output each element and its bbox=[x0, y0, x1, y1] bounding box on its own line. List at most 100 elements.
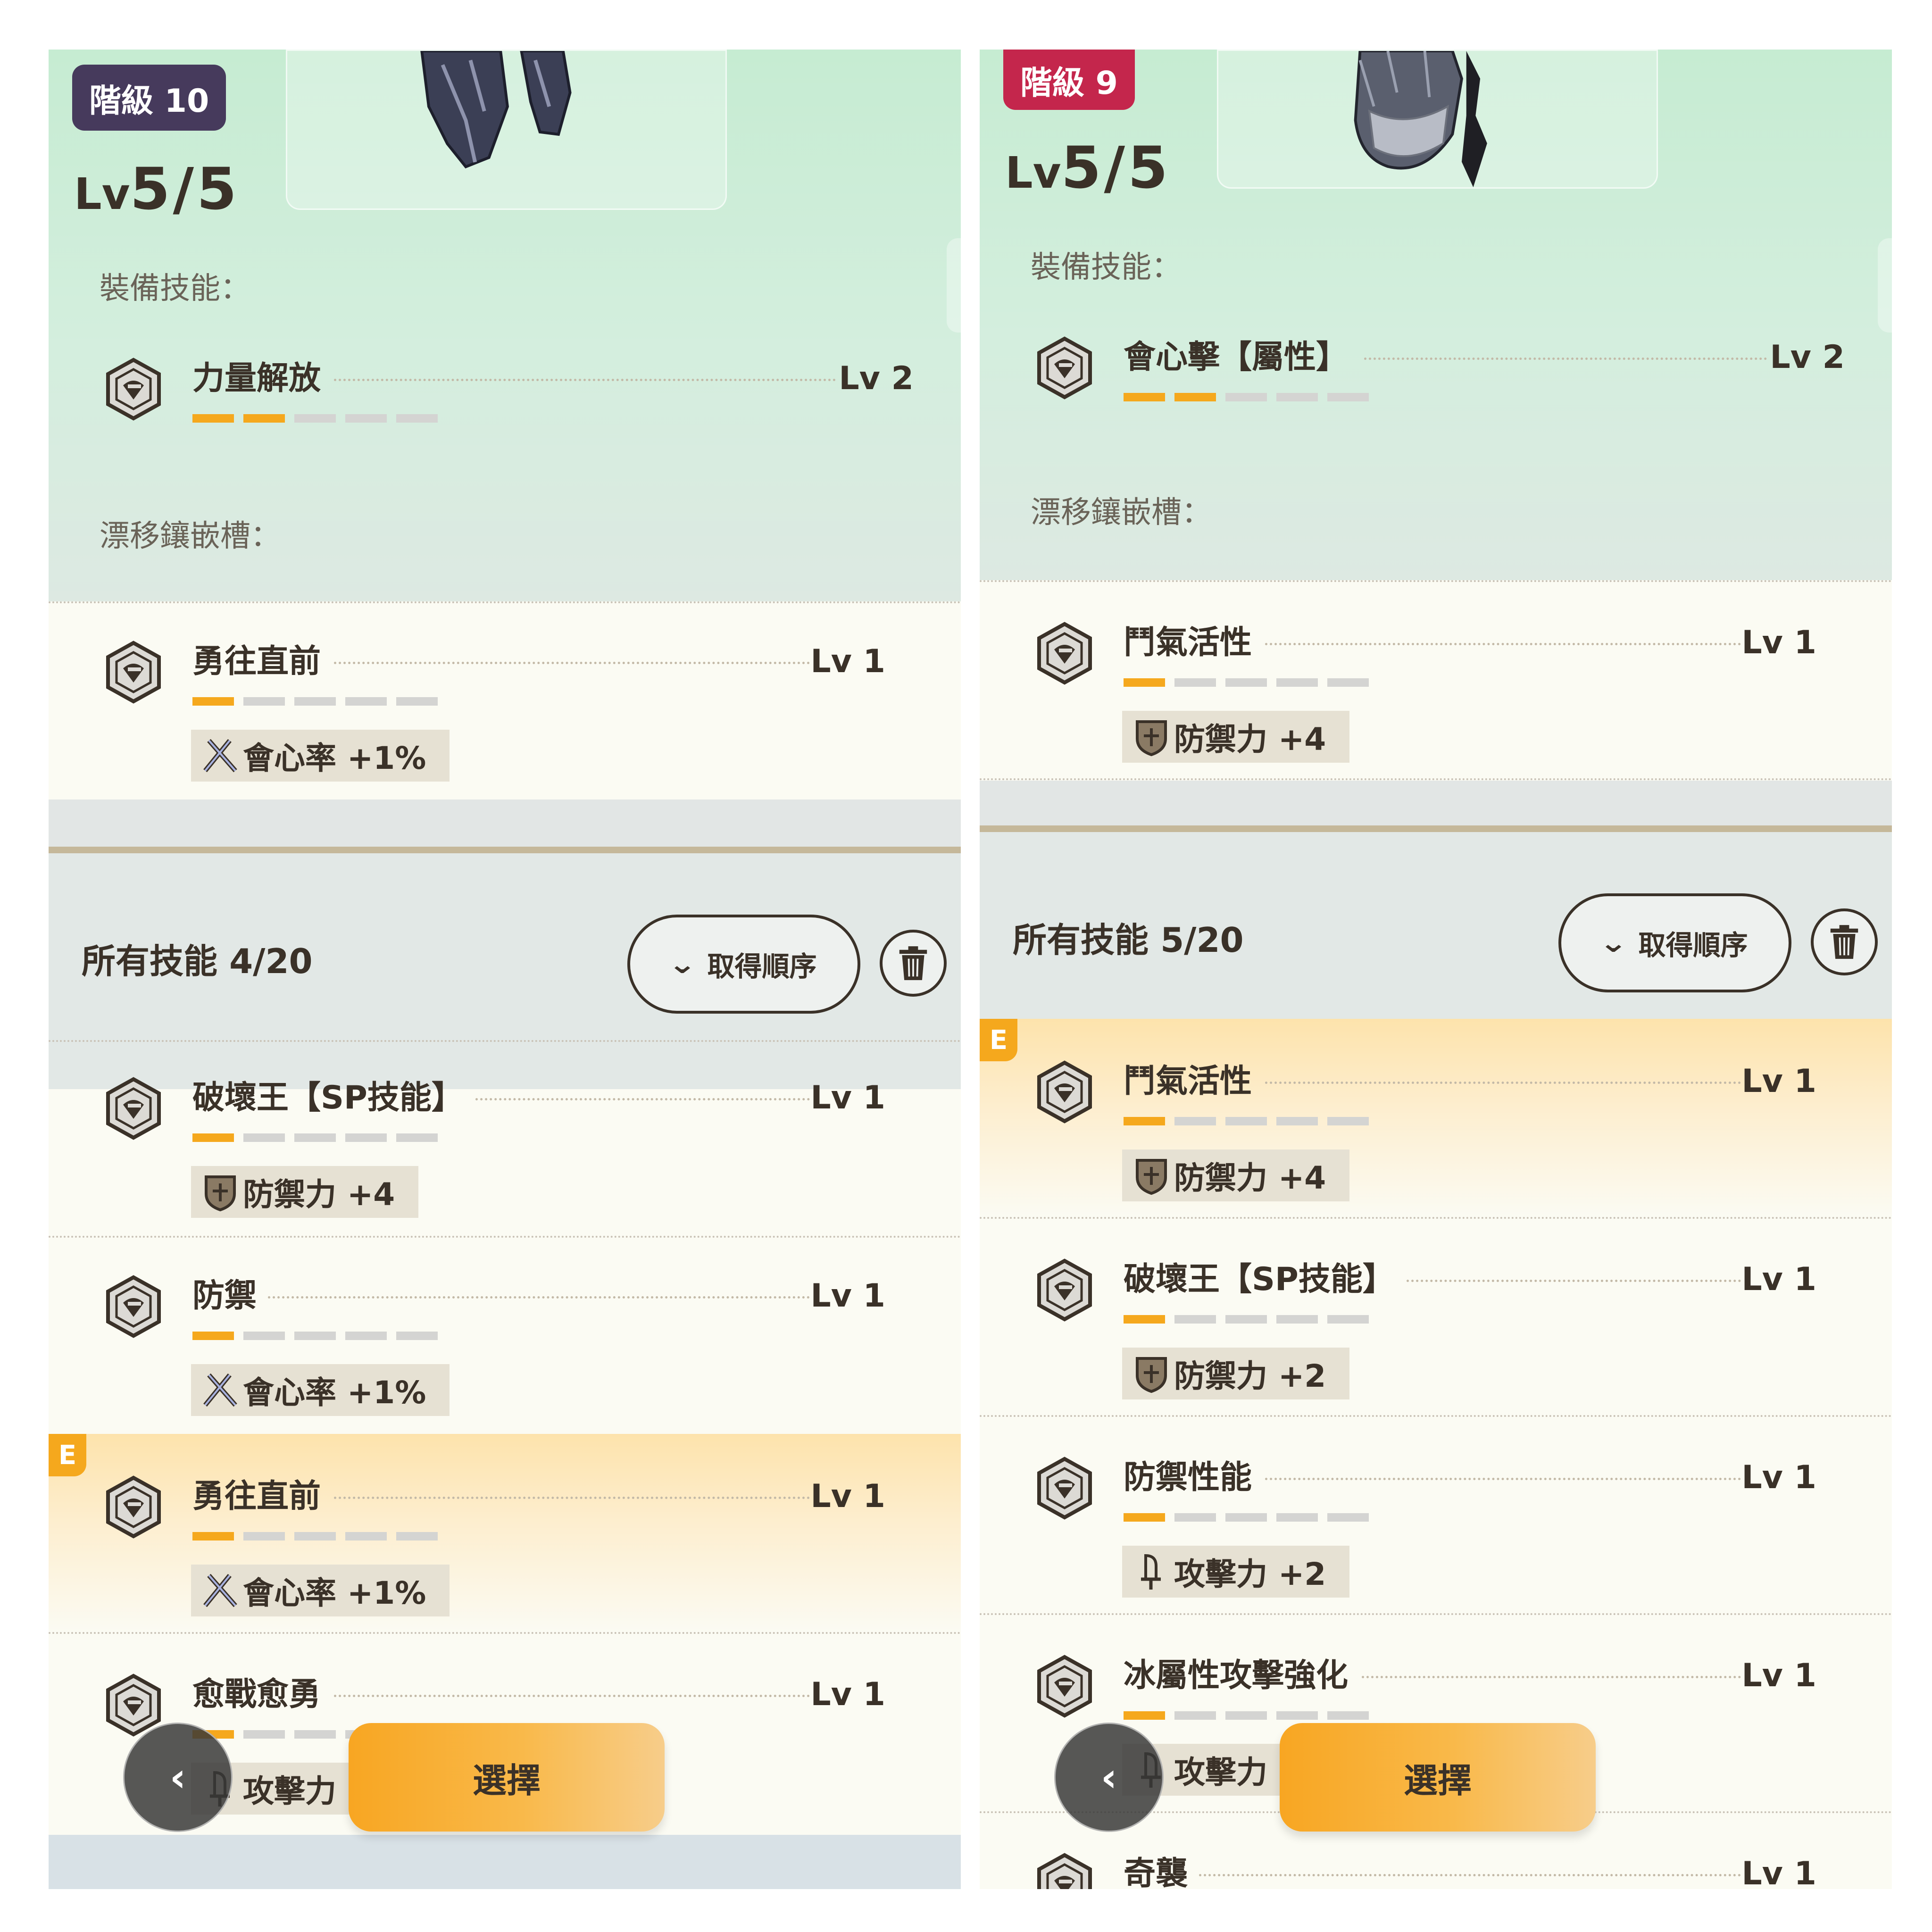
skill-emblem-icon bbox=[100, 1075, 167, 1141]
skill-emblem-icon bbox=[1032, 335, 1098, 401]
skill-bonus-text: 會心率 +1% bbox=[243, 740, 426, 776]
skill-name: 防禦性能 bbox=[1124, 1459, 1252, 1496]
skill-emblem-icon bbox=[1032, 1851, 1098, 1889]
skill-level-pips bbox=[192, 1532, 438, 1541]
skill-bonus: 會心率 +1% bbox=[191, 1364, 450, 1416]
select-button[interactable]: 選擇 bbox=[1280, 1723, 1596, 1832]
skill-level-pips bbox=[192, 414, 438, 423]
side-tab[interactable] bbox=[1878, 238, 1892, 333]
skill-emblem-icon bbox=[100, 1474, 167, 1540]
skill-bonus: 攻擊力 +2 bbox=[1122, 1546, 1350, 1598]
section-divider bbox=[980, 825, 1892, 832]
crossed-swords-icon bbox=[203, 1373, 237, 1407]
leader-dots bbox=[334, 1695, 810, 1697]
sort-order-label: 取得順序 bbox=[707, 950, 817, 983]
skill-bonus-text: 攻擊力 bbox=[243, 1773, 336, 1809]
spacer-band bbox=[49, 799, 961, 847]
separator bbox=[49, 1632, 961, 1634]
skill-name: 勇往直前 bbox=[192, 1478, 321, 1515]
skill-level: Lv 1 bbox=[810, 643, 885, 680]
shield-icon bbox=[205, 1175, 236, 1212]
left-panel: 階級 10 Lv5/5 裝備技能： 力量解放 Lv 2 漂移鑲嵌槽： 勇往直前 … bbox=[49, 50, 961, 1889]
skill-emblem-icon bbox=[1032, 1059, 1098, 1125]
skill-bonus-text: 防禦力 +2 bbox=[1174, 1358, 1326, 1394]
level-prefix: Lv bbox=[1005, 148, 1061, 198]
skill-bonus: 防禦力 +4 bbox=[1122, 711, 1350, 763]
skill-level: Lv 1 bbox=[1741, 1261, 1816, 1298]
skill-level: Lv 1 bbox=[1741, 624, 1816, 661]
skill-bonus: 會心率 +1% bbox=[191, 730, 450, 782]
trash-icon bbox=[899, 946, 927, 980]
equip-skill-label: 裝備技能： bbox=[100, 271, 250, 306]
skill-emblem-icon bbox=[1032, 620, 1098, 686]
separator bbox=[980, 580, 1892, 582]
skill-name: 破壞王【SP技能】 bbox=[1124, 1261, 1395, 1298]
right-panel: 階級 9 Lv5/5 裝備技能： 會心擊【屬性】 Lv 2 漂移鑲嵌槽： 鬥氣活… bbox=[980, 50, 1892, 1889]
shield-icon bbox=[1136, 720, 1167, 757]
side-tab[interactable] bbox=[947, 238, 961, 333]
trash-button[interactable] bbox=[1811, 908, 1878, 975]
level-value: 5/5 bbox=[130, 156, 240, 223]
equipment-image bbox=[1217, 50, 1658, 189]
crossed-swords-icon bbox=[203, 1574, 237, 1607]
separator bbox=[49, 1040, 961, 1042]
skill-emblem-icon bbox=[1032, 1455, 1098, 1521]
skill-list-title: 所有技能 4/20 bbox=[82, 941, 313, 981]
skill-level-pips bbox=[1124, 1315, 1369, 1324]
chevron-down-icon: ⌄ bbox=[667, 949, 697, 980]
skill-bonus: 防禦力 +4 bbox=[1122, 1149, 1350, 1201]
separator bbox=[980, 778, 1892, 780]
trash-icon bbox=[1830, 925, 1858, 959]
sort-order-button[interactable]: ⌄ 取得順序 bbox=[1558, 893, 1791, 992]
skill-bonus-text: 防禦力 +4 bbox=[1174, 1160, 1326, 1196]
skill-bonus-text: 會心率 +1% bbox=[243, 1374, 426, 1411]
skill-name: 防禦 bbox=[192, 1277, 257, 1315]
skill-level-pips bbox=[192, 1133, 438, 1142]
skill-level: Lv 2 bbox=[839, 360, 914, 397]
separator bbox=[980, 1613, 1892, 1615]
back-button[interactable]: ‹ bbox=[1054, 1723, 1164, 1832]
equipment-level: Lv5/5 bbox=[74, 160, 240, 218]
separator bbox=[980, 1217, 1892, 1219]
equipped-highlight bbox=[49, 1434, 961, 1632]
shield-icon bbox=[1136, 1357, 1167, 1393]
drift-slot-label: 漂移鑲嵌槽： bbox=[1031, 495, 1212, 530]
equipment-image bbox=[286, 50, 727, 210]
trash-button[interactable] bbox=[880, 930, 947, 997]
section-divider bbox=[49, 847, 961, 853]
skill-name: 會心擊【屬性】 bbox=[1124, 339, 1349, 376]
skill-emblem-icon bbox=[100, 356, 167, 422]
skill-level: Lv 1 bbox=[810, 1277, 885, 1315]
leader-dots bbox=[1362, 1676, 1741, 1678]
skill-level: Lv 1 bbox=[810, 1079, 885, 1116]
skill-level-pips bbox=[1124, 1711, 1369, 1720]
skill-bonus-text: 防禦力 +4 bbox=[1174, 721, 1326, 758]
skill-name: 愈戰愈勇 bbox=[192, 1676, 321, 1713]
leader-dots bbox=[1199, 1874, 1741, 1876]
skill-bonus: 防禦力 +4 bbox=[191, 1166, 419, 1218]
skill-name: 冰屬性攻擊強化 bbox=[1124, 1657, 1349, 1694]
leader-dots bbox=[334, 379, 836, 381]
skill-level: Lv 1 bbox=[810, 1478, 885, 1515]
skill-level: Lv 1 bbox=[1741, 1459, 1816, 1496]
skill-bonus-text: 攻擊力 +2 bbox=[1174, 1556, 1326, 1592]
leader-dots bbox=[268, 1296, 810, 1299]
leader-dots bbox=[334, 1497, 810, 1499]
skill-bonus: 會心率 +1% bbox=[191, 1565, 450, 1616]
skill-list-header: 所有技能 4/20 ⌄ 取得順序 bbox=[49, 853, 961, 1089]
back-button[interactable]: ‹ bbox=[123, 1723, 233, 1832]
skill-bonus-text: 防禦力 +4 bbox=[243, 1176, 395, 1213]
leader-dots bbox=[1265, 1082, 1741, 1084]
leader-dots bbox=[1265, 1478, 1741, 1480]
leader-dots bbox=[1407, 1280, 1741, 1282]
skill-level-pips bbox=[192, 1332, 438, 1340]
skill-level: Lv 1 bbox=[1741, 1657, 1816, 1694]
sort-order-button[interactable]: ⌄ 取得順序 bbox=[627, 915, 860, 1014]
skill-bonus-text: 會心率 +1% bbox=[243, 1575, 426, 1611]
select-button[interactable]: 選擇 bbox=[349, 1723, 665, 1832]
skill-level: Lv 1 bbox=[810, 1676, 885, 1713]
skill-list-title: 所有技能 5/20 bbox=[1013, 920, 1244, 960]
skill-level: Lv 1 bbox=[1741, 1855, 1816, 1889]
tier-badge: 階級 10 bbox=[72, 65, 226, 131]
skill-level-pips bbox=[1124, 1513, 1369, 1522]
